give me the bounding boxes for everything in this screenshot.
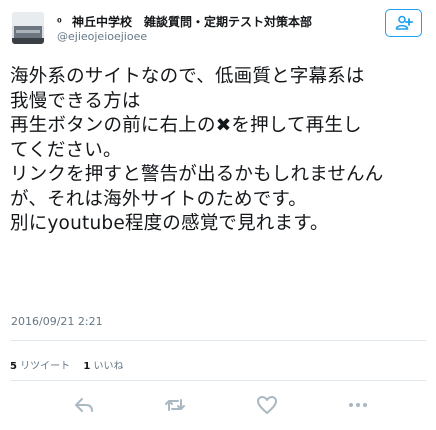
display-name-text: 神丘中学校 雑談質問・定期テスト対策本部: [72, 15, 313, 29]
divider: [10, 340, 426, 341]
likes-count: 1: [83, 361, 91, 372]
tweet-actions: [0, 393, 436, 417]
screen-name[interactable]: @ejieojeioejioee: [57, 30, 147, 43]
tweet-stats: 5 リツイート 1 いいね: [10, 357, 134, 372]
like-button[interactable]: [255, 393, 279, 417]
more-button[interactable]: [346, 393, 370, 417]
display-name[interactable]: ⁰ 神丘中学校 雑談質問・定期テスト対策本部: [57, 13, 312, 30]
follow-button[interactable]: [385, 9, 422, 37]
reply-button[interactable]: [72, 393, 96, 417]
tweet-text: 海外系のサイトなので、低画質と字幕系は 我慢できる方は 再生ボタンの前に右上の✖…: [10, 65, 430, 237]
school-emblem-icon: ⁰: [57, 16, 62, 29]
tweet-text-line: 海外系のサイトなので、低画質と字幕系は: [10, 66, 365, 87]
avatar[interactable]: [12, 12, 44, 44]
more-dots-icon: [349, 403, 367, 407]
tweet-text-line: リンクを押すと警告が出るかもしれませんん: [10, 164, 384, 185]
tweet-text-line: 別にyoutube程度の感覚で見れます。: [10, 213, 329, 234]
retweets-count: 5: [10, 361, 17, 372]
likes-label: いいね: [93, 361, 124, 372]
tweet-text-line: 再生ボタンの前に右上の✖︎を押して再生し: [10, 115, 362, 136]
retweets-label: リツイート: [20, 361, 71, 372]
likes-stat[interactable]: 1 いいね: [83, 361, 123, 372]
divider: [10, 380, 426, 381]
retweet-icon: [165, 399, 185, 411]
reply-icon: [75, 398, 93, 412]
tweet-timestamp[interactable]: 2016/09/21 2:21: [11, 315, 103, 328]
tweet-text-line: が、それは海外サイトのためです。: [10, 188, 307, 210]
tweet-card: ⁰ 神丘中学校 雑談質問・定期テスト対策本部 @ejieojeioejioee 海…: [0, 0, 436, 430]
retweet-button[interactable]: [163, 393, 187, 417]
tweet-text-line: てください。: [10, 139, 122, 161]
follow-person-icon: [395, 15, 413, 30]
heart-icon: [257, 396, 277, 414]
retweets-stat[interactable]: 5 リツイート: [10, 361, 70, 372]
tweet-text-line: 我慢できる方は: [10, 90, 141, 112]
